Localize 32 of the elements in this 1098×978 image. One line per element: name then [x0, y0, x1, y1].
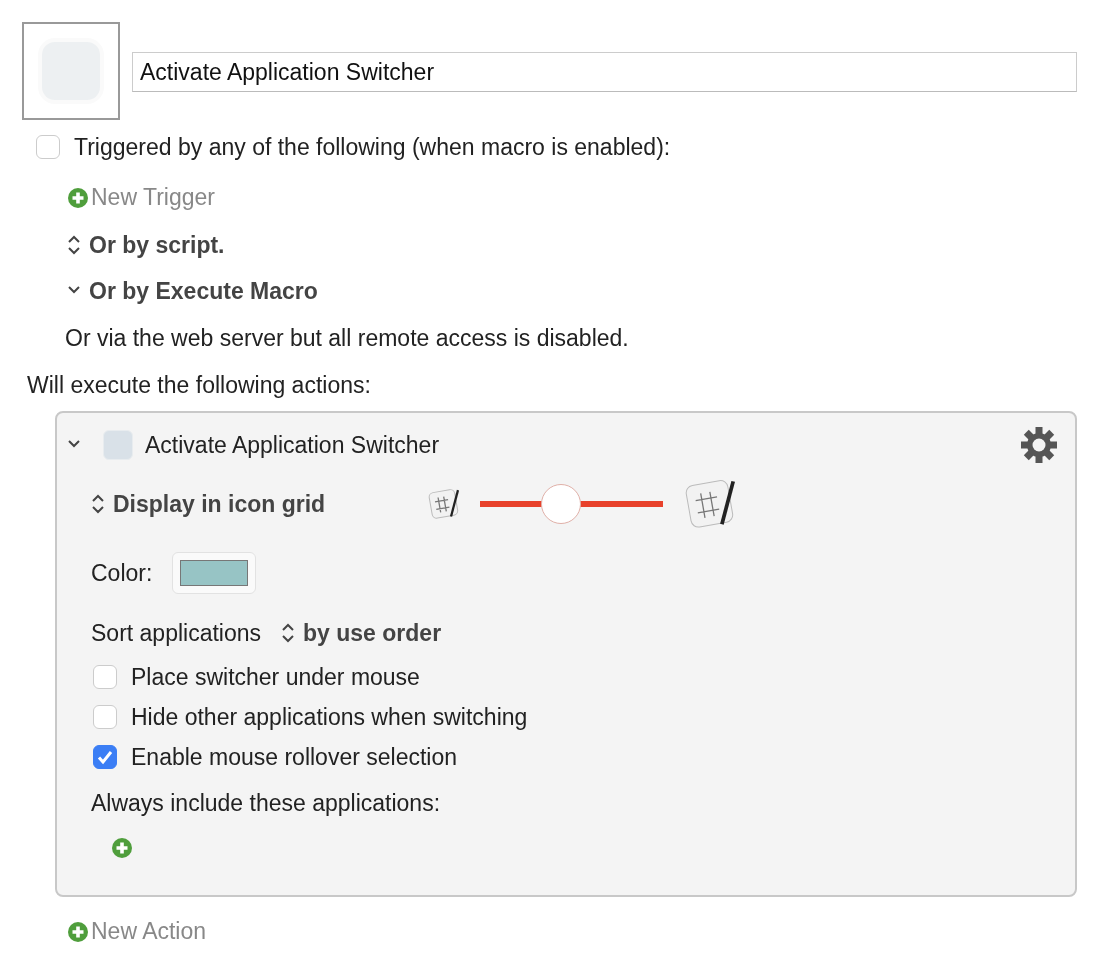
new-action-link[interactable]: New Action: [91, 918, 207, 945]
settings-icon[interactable]: [1019, 425, 1059, 465]
color-label: Color:: [91, 559, 153, 587]
actions-heading: Will execute the following actions:: [27, 372, 372, 399]
disclosure-toggle[interactable]: Or by Execute Macro: [67, 276, 1098, 306]
add-icon[interactable]: [67, 920, 89, 943]
popup-button[interactable]: Display in icon grid: [91, 489, 426, 519]
sort-label: Sort applications: [91, 619, 262, 647]
checkbox-label: Enable mouse rollover selection: [131, 743, 457, 771]
checkbox[interactable]: [93, 745, 117, 769]
add-icon[interactable]: [67, 186, 89, 209]
icon-well[interactable]: [22, 22, 120, 120]
include-label: Always include these applications:: [91, 788, 442, 818]
popup-button[interactable]: Or by script.: [67, 230, 1098, 260]
blank-app-icon: [103, 430, 133, 460]
new-trigger-link[interactable]: New Trigger: [91, 184, 215, 211]
action-title: Activate Application Switcher: [145, 431, 441, 459]
checkbox[interactable]: [93, 665, 117, 689]
macro-name-field[interactable]: Activate Application Switcher: [132, 52, 1077, 92]
slider-thumb[interactable]: [540, 484, 581, 524]
checkbox-label: Hide other applications when switching: [131, 703, 528, 731]
popup-button[interactable]: by use order: [281, 618, 442, 648]
checkbox[interactable]: [93, 705, 117, 729]
color-well[interactable]: [172, 552, 257, 594]
stepper-icon[interactable]: [67, 234, 81, 256]
trigger-label: Triggered by any of the following (when macro is enabled):: [74, 133, 671, 161]
stepper-icon[interactable]: [281, 622, 296, 644]
checkbox-label: Place switcher under mouse: [131, 663, 420, 691]
web-server-note: Or via the web server but all remote access is disabled.: [65, 325, 630, 352]
stepper-icon[interactable]: [91, 493, 105, 515]
checkbox[interactable]: [36, 135, 60, 159]
add-icon[interactable]: [111, 837, 133, 859]
